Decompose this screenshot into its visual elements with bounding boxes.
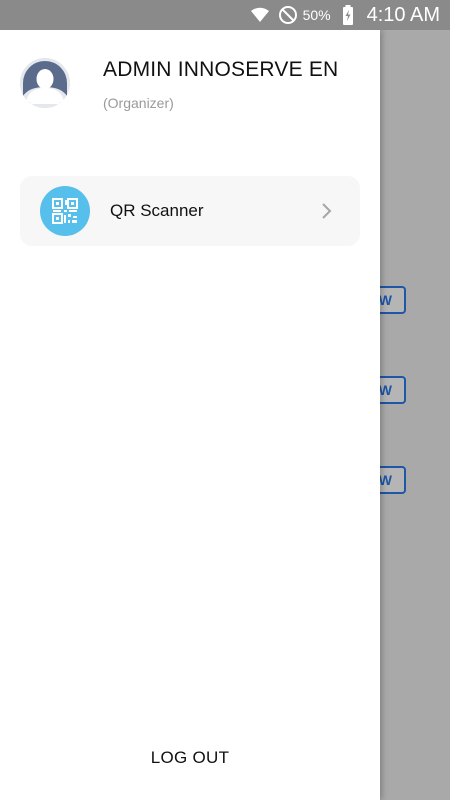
qr-code-icon bbox=[40, 186, 90, 236]
menu-item-qr-scanner[interactable]: QR Scanner bbox=[20, 176, 360, 246]
wifi-icon bbox=[249, 4, 271, 26]
user-role: (Organizer) bbox=[103, 95, 174, 111]
menu-item-label: QR Scanner bbox=[110, 201, 204, 220]
app-screen: 50% 4:10 AM W W W ADMIN INNOSERVE EN (Or… bbox=[0, 0, 450, 800]
battery-percentage: 50% bbox=[302, 7, 331, 23]
logout-button[interactable]: LOG OUT bbox=[0, 748, 380, 768]
avatar-icon bbox=[20, 58, 70, 108]
profile-header: ADMIN INNOSERVE EN (Organizer) bbox=[20, 58, 370, 118]
do-not-disturb-icon bbox=[277, 4, 299, 26]
navigation-drawer: ADMIN INNOSERVE EN (Organizer) QR Scanne… bbox=[0, 30, 380, 800]
chevron-right-icon bbox=[316, 201, 336, 221]
user-name: ADMIN INNOSERVE EN bbox=[103, 58, 339, 81]
status-time: 4:10 AM bbox=[366, 3, 440, 26]
status-bar: 50% 4:10 AM bbox=[0, 0, 450, 30]
battery-charging-icon bbox=[337, 4, 359, 26]
